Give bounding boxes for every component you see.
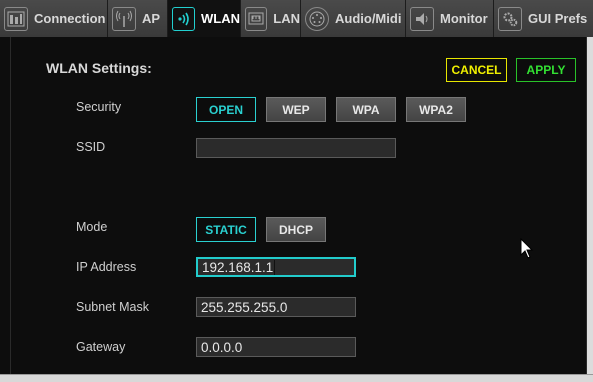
- tab-label: Audio/Midi: [335, 11, 402, 26]
- wlan-settings-panel: [10, 37, 587, 374]
- subnet-mask-value: 255.255.255.0: [201, 299, 288, 315]
- tab-label: Connection: [34, 11, 106, 26]
- tab-ap[interactable]: AP: [108, 0, 168, 37]
- ip-address-label: IP Address: [76, 260, 137, 274]
- security-wpa-button[interactable]: WPA: [336, 97, 396, 122]
- security-wpa2-button[interactable]: WPA2: [406, 97, 466, 122]
- ip-address-value: 192.168.1.1: [202, 259, 274, 275]
- tab-bar: Connection AP WLAN LAN Audio/Midi Monito…: [0, 0, 593, 37]
- text-caret: [274, 259, 276, 275]
- tab-gui-prefs[interactable]: GUI Prefs: [494, 0, 593, 37]
- tab-label: LAN: [273, 11, 300, 26]
- speaker-icon: [410, 6, 434, 31]
- security-open-button[interactable]: OPEN: [196, 97, 256, 122]
- ssid-label: SSID: [76, 140, 106, 154]
- tab-label: Monitor: [440, 11, 488, 26]
- mode-dhcp-button[interactable]: DHCP: [266, 217, 326, 242]
- tab-connection[interactable]: Connection: [0, 0, 108, 37]
- panel-left-edge: [0, 37, 10, 381]
- subnet-mask-label: Subnet Mask: [76, 300, 149, 314]
- wifi-icon: [172, 6, 195, 31]
- subnet-mask-field[interactable]: 255.255.255.0: [196, 297, 356, 317]
- panel-right-edge: [587, 37, 593, 381]
- tab-audio-midi[interactable]: Audio/Midi: [301, 0, 406, 37]
- gateway-field[interactable]: 0.0.0.0: [196, 337, 356, 357]
- ip-address-field[interactable]: 192.168.1.1: [196, 257, 356, 277]
- tab-wlan[interactable]: WLAN: [168, 0, 241, 37]
- tab-lan[interactable]: LAN: [241, 0, 301, 37]
- tab-label: GUI Prefs: [528, 11, 588, 26]
- security-wep-button[interactable]: WEP: [266, 97, 326, 122]
- security-label: Security: [76, 100, 122, 114]
- tab-label: AP: [142, 11, 161, 26]
- ethernet-icon: [245, 6, 268, 31]
- apply-button[interactable]: APPLY: [516, 58, 576, 82]
- mouse-pointer-icon: [520, 237, 534, 265]
- connection-icon: [4, 6, 28, 31]
- tab-label: WLAN: [201, 11, 240, 26]
- gateway-label: Gateway: [76, 340, 126, 354]
- gateway-value: 0.0.0.0: [201, 339, 243, 355]
- tab-monitor[interactable]: Monitor: [406, 0, 494, 37]
- mode-label: Mode: [76, 220, 108, 234]
- midi-icon: [305, 6, 329, 31]
- cancel-button[interactable]: CANCEL: [446, 58, 507, 82]
- mode-static-button[interactable]: STATIC: [196, 217, 256, 242]
- settings-title: WLAN Settings:: [46, 60, 152, 76]
- antenna-icon: [112, 6, 136, 31]
- gears-icon: [498, 6, 522, 31]
- ssid-field[interactable]: [196, 138, 396, 158]
